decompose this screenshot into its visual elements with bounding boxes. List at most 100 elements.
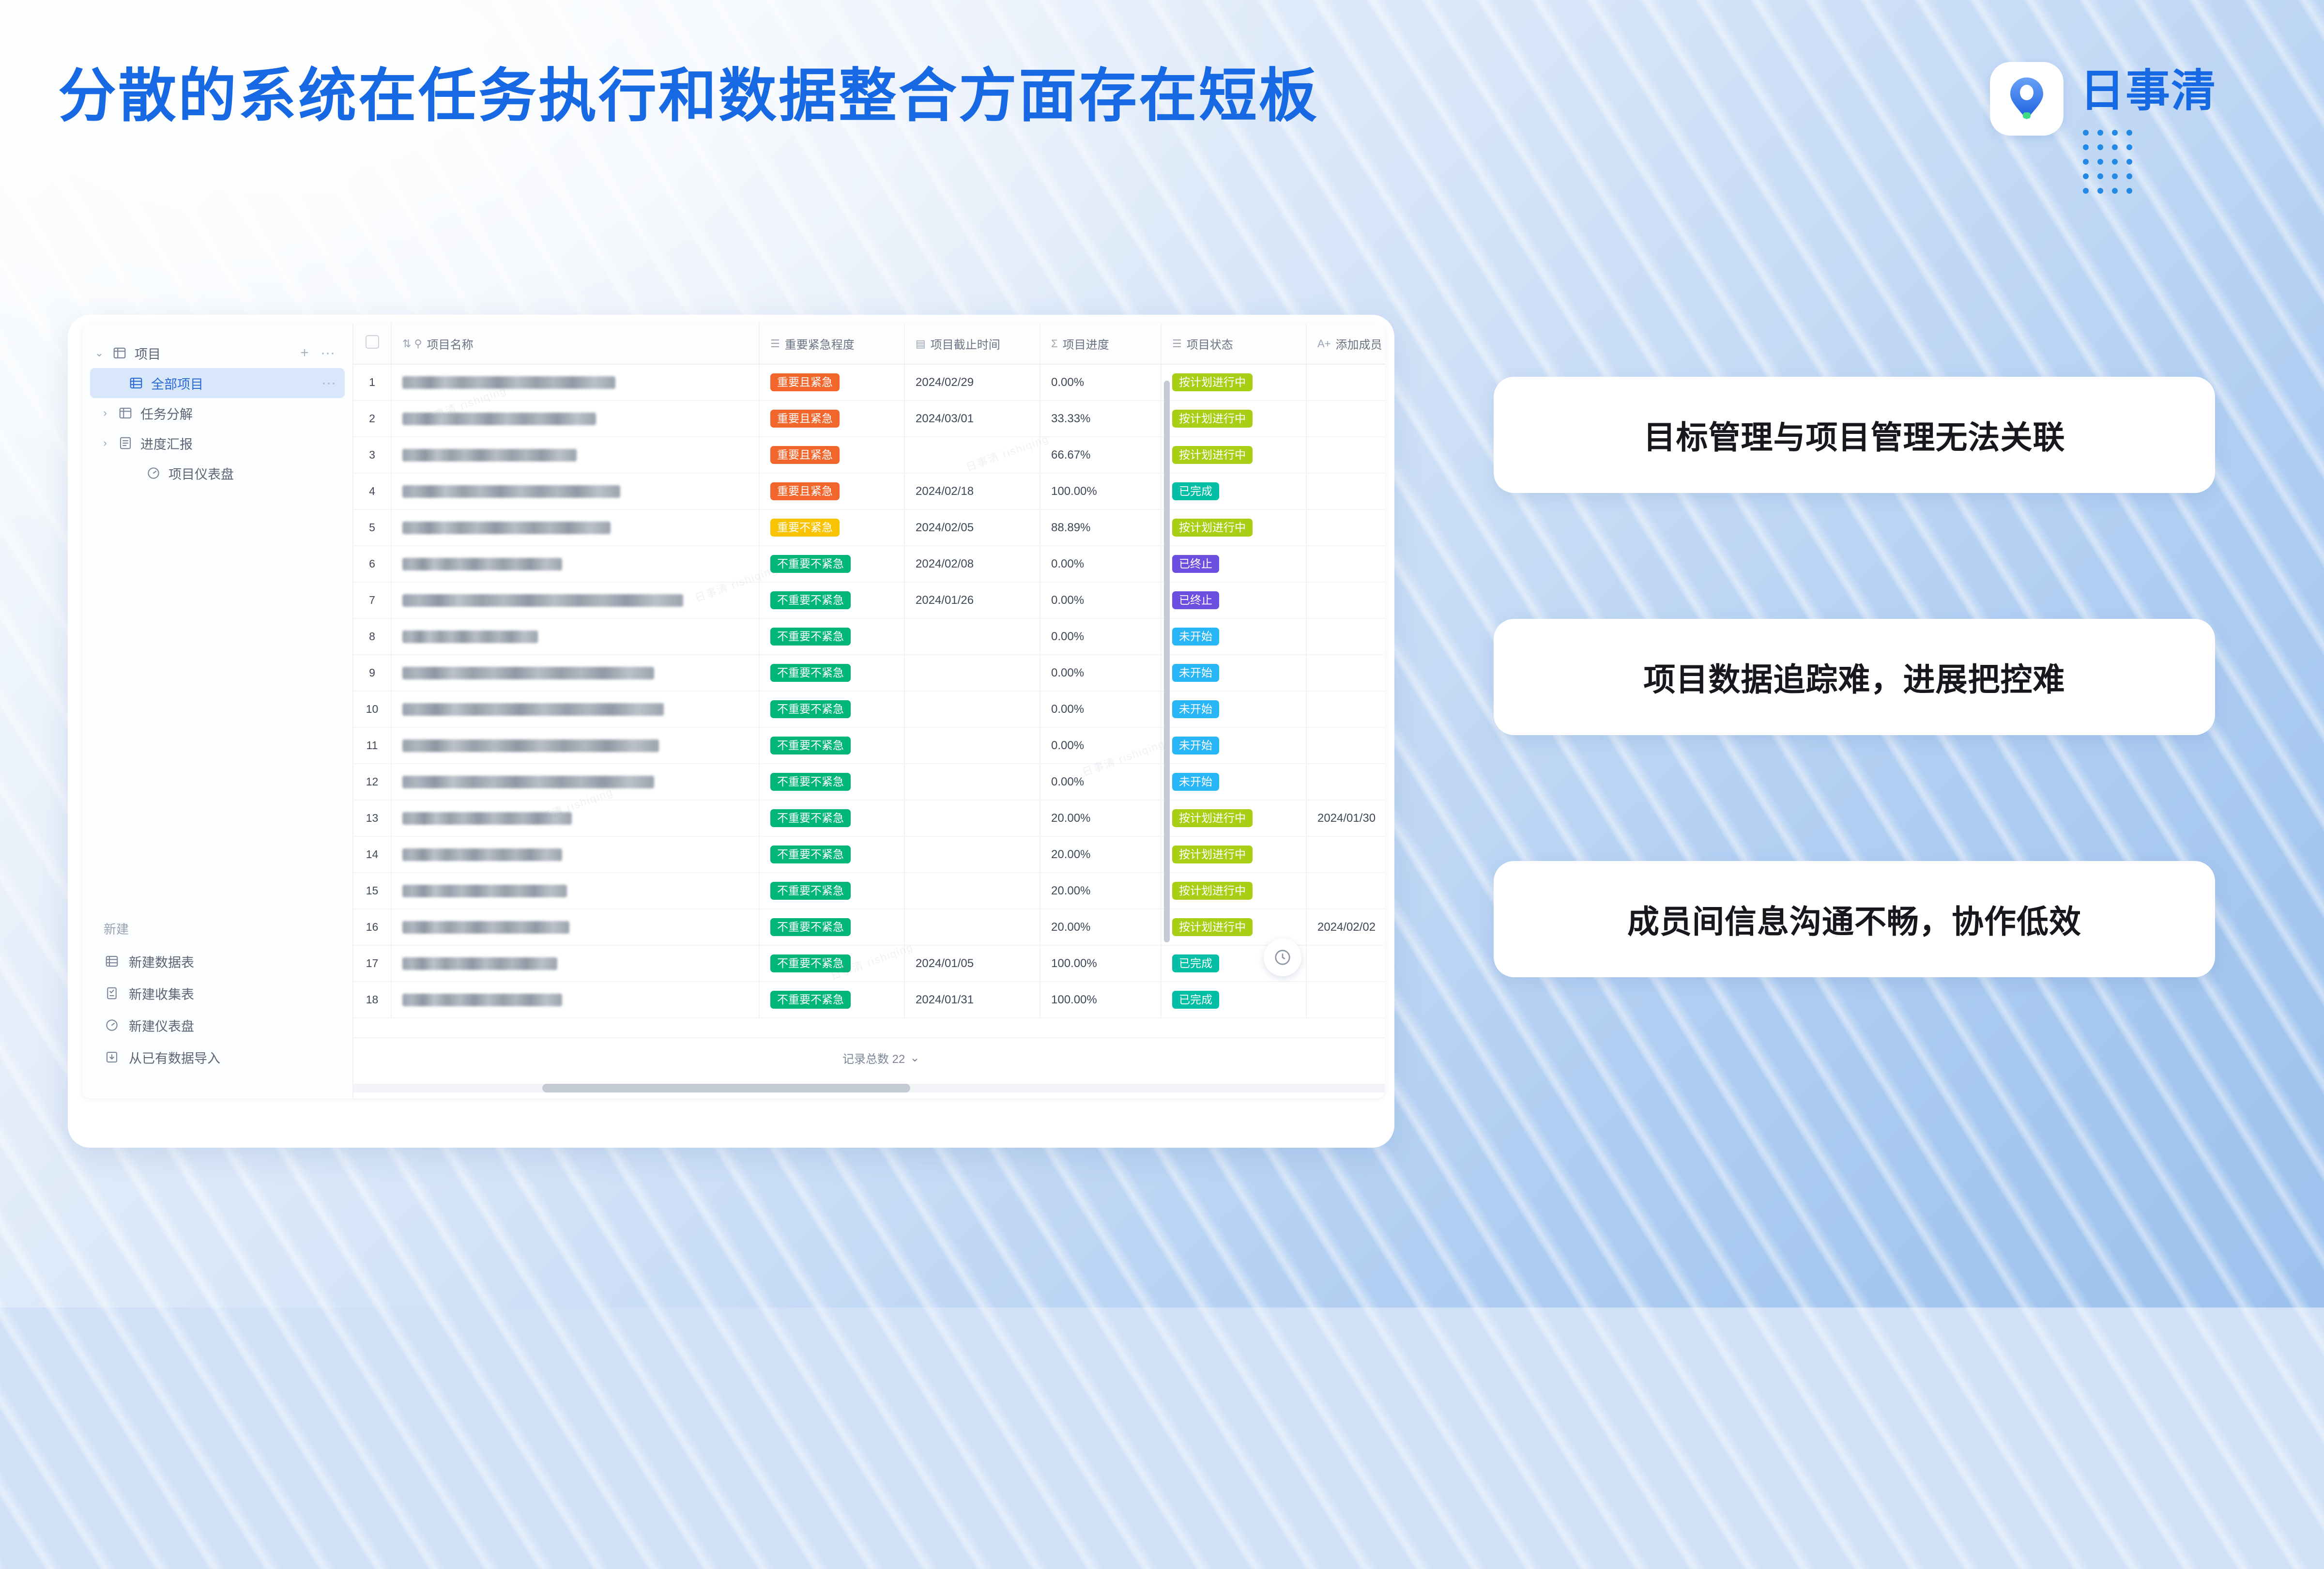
cell-progress[interactable]: 0.00% xyxy=(1040,727,1162,764)
cell-priority[interactable]: 不重要不紧急 xyxy=(759,618,905,655)
table-row[interactable]: 9 不重要不紧急 0.00% 未开始 xyxy=(353,655,1385,692)
cell-member[interactable] xyxy=(1306,400,1385,437)
sidebar-create-item-0[interactable]: 新建数据表 xyxy=(82,945,352,977)
cell-member[interactable]: 2024/01/30 xyxy=(1306,800,1385,837)
table-row[interactable]: 4 重要且紧急 2024/02/18 100.00% 已完成 xyxy=(353,473,1385,510)
cell-progress[interactable]: 0.00% xyxy=(1040,691,1162,728)
cell-due-date[interactable] xyxy=(904,800,1040,837)
cell-due-date[interactable] xyxy=(904,836,1040,873)
cell-member[interactable] xyxy=(1306,982,1385,1018)
cell-priority[interactable]: 重要不紧急 xyxy=(759,509,905,546)
sidebar-create-item-2[interactable]: 新建仪表盘 xyxy=(82,1009,352,1041)
column-header-stat[interactable]: ☰ 项目状态 xyxy=(1161,323,1307,365)
cell-priority[interactable]: 不重要不紧急 xyxy=(759,727,905,764)
cell-progress[interactable]: 33.33% xyxy=(1040,400,1162,437)
cell-progress[interactable]: 88.89% xyxy=(1040,509,1162,546)
cell-status[interactable]: 按计划进行中 xyxy=(1161,400,1307,437)
cell-status[interactable]: 未开始 xyxy=(1161,618,1307,655)
cell-status[interactable]: 已完成 xyxy=(1161,473,1307,510)
cell-project-name[interactable] xyxy=(391,364,760,401)
table-row[interactable]: 7 不重要不紧急 2024/01/26 0.00% 已终止 xyxy=(353,582,1385,619)
cell-member[interactable] xyxy=(1306,945,1385,982)
cell-project-name[interactable] xyxy=(391,764,760,800)
cell-status[interactable]: 未开始 xyxy=(1161,691,1307,728)
row-number[interactable]: 17 xyxy=(353,945,392,982)
cell-priority[interactable]: 不重要不紧急 xyxy=(759,655,905,692)
cell-due-date[interactable] xyxy=(904,909,1040,946)
cell-progress[interactable]: 0.00% xyxy=(1040,364,1162,401)
cell-project-name[interactable] xyxy=(391,873,760,909)
cell-progress[interactable]: 20.00% xyxy=(1040,836,1162,873)
row-number[interactable]: 5 xyxy=(353,509,392,546)
more-icon[interactable]: ··· xyxy=(321,376,337,390)
cell-due-date[interactable] xyxy=(904,764,1040,800)
chevron-down-icon[interactable]: ⌄ xyxy=(910,1051,919,1065)
cell-member[interactable] xyxy=(1306,546,1385,583)
cell-project-name[interactable] xyxy=(391,437,760,474)
row-number[interactable]: 3 xyxy=(353,437,392,474)
cell-project-name[interactable] xyxy=(391,546,760,583)
cell-status[interactable]: 已终止 xyxy=(1161,546,1307,583)
clock-icon[interactable] xyxy=(1264,938,1301,976)
row-number[interactable]: 1 xyxy=(353,364,392,401)
sidebar-item-3[interactable]: 项目仪表盘 xyxy=(90,458,345,488)
cell-progress[interactable]: 100.00% xyxy=(1040,473,1162,510)
table-row[interactable]: 8 不重要不紧急 0.00% 未开始 xyxy=(353,618,1385,655)
sidebar-create-item-3[interactable]: 从已有数据导入 xyxy=(82,1041,352,1073)
table-row[interactable]: 5 重要不紧急 2024/02/05 88.89% 按计划进行中 xyxy=(353,509,1385,546)
cell-progress[interactable]: 0.00% xyxy=(1040,582,1162,619)
cell-progress[interactable]: 100.00% xyxy=(1040,945,1162,982)
cell-due-date[interactable]: 2024/01/26 xyxy=(904,582,1040,619)
column-header-prog[interactable]: Σ 项目进度 xyxy=(1040,323,1162,365)
row-number[interactable]: 6 xyxy=(353,546,392,583)
cell-member[interactable] xyxy=(1306,582,1385,619)
cell-priority[interactable]: 重要且紧急 xyxy=(759,473,905,510)
cell-progress[interactable]: 0.00% xyxy=(1040,764,1162,800)
cell-status[interactable]: 按计划进行中 xyxy=(1161,509,1307,546)
table-row[interactable]: 1 重要且紧急 2024/02/29 0.00% 按计划进行中 xyxy=(353,364,1385,401)
cell-progress[interactable]: 20.00% xyxy=(1040,800,1162,837)
table-row[interactable]: 2 重要且紧急 2024/03/01 33.33% 按计划进行中 xyxy=(353,400,1385,437)
record-count[interactable]: 记录总数 22 ⌄ xyxy=(842,1049,919,1066)
cell-status[interactable]: 按计划进行中 xyxy=(1161,836,1307,873)
cell-status[interactable]: 已终止 xyxy=(1161,582,1307,619)
vertical-scrollbar-thumb[interactable] xyxy=(1164,381,1170,942)
table-row[interactable]: 18 不重要不紧急 2024/01/31 100.00% 已完成 xyxy=(353,982,1385,1018)
sidebar-create-item-1[interactable]: 新建收集表 xyxy=(82,977,352,1009)
row-number[interactable]: 7 xyxy=(353,582,392,619)
cell-member[interactable] xyxy=(1306,727,1385,764)
cell-priority[interactable]: 不重要不紧急 xyxy=(759,982,905,1018)
cell-due-date[interactable] xyxy=(904,727,1040,764)
cell-member[interactable] xyxy=(1306,618,1385,655)
cell-project-name[interactable] xyxy=(391,800,760,837)
table-row[interactable]: 11 不重要不紧急 0.00% 未开始 xyxy=(353,727,1385,764)
column-header-due[interactable]: ▤ 项目截止时间 xyxy=(904,323,1040,365)
cell-priority[interactable]: 不重要不紧急 xyxy=(759,836,905,873)
cell-due-date[interactable] xyxy=(904,691,1040,728)
horizontal-scrollbar-thumb[interactable] xyxy=(542,1084,910,1092)
column-header-pri[interactable]: ☰ 重要紧急程度 xyxy=(759,323,905,365)
cell-priority[interactable]: 不重要不紧急 xyxy=(759,909,905,946)
cell-member[interactable] xyxy=(1306,691,1385,728)
cell-member[interactable] xyxy=(1306,836,1385,873)
cell-member[interactable] xyxy=(1306,509,1385,546)
more-icon[interactable]: ··· xyxy=(320,346,336,360)
table-row[interactable]: 15 不重要不紧急 20.00% 按计划进行中 xyxy=(353,873,1385,909)
cell-progress[interactable]: 100.00% xyxy=(1040,982,1162,1018)
cell-due-date[interactable] xyxy=(904,437,1040,474)
cell-due-date[interactable]: 2024/02/08 xyxy=(904,546,1040,583)
row-number[interactable]: 2 xyxy=(353,400,392,437)
cell-project-name[interactable] xyxy=(391,836,760,873)
cell-status[interactable]: 按计划进行中 xyxy=(1161,437,1307,474)
sidebar-item-0[interactable]: 全部项目 ··· xyxy=(90,368,345,398)
cell-due-date[interactable]: 2024/01/31 xyxy=(904,982,1040,1018)
cell-priority[interactable]: 重要且紧急 xyxy=(759,364,905,401)
cell-priority[interactable]: 不重要不紧急 xyxy=(759,691,905,728)
column-header-memb[interactable]: A+ 添加成员 xyxy=(1306,323,1385,365)
row-number[interactable]: 14 xyxy=(353,836,392,873)
cell-project-name[interactable] xyxy=(391,727,760,764)
cell-member[interactable] xyxy=(1306,437,1385,474)
table-row[interactable]: 16 不重要不紧急 20.00% 按计划进行中 2024/02/02 xyxy=(353,909,1385,946)
table-row[interactable]: 6 不重要不紧急 2024/02/08 0.00% 已终止 xyxy=(353,546,1385,583)
cell-priority[interactable]: 不重要不紧急 xyxy=(759,764,905,800)
